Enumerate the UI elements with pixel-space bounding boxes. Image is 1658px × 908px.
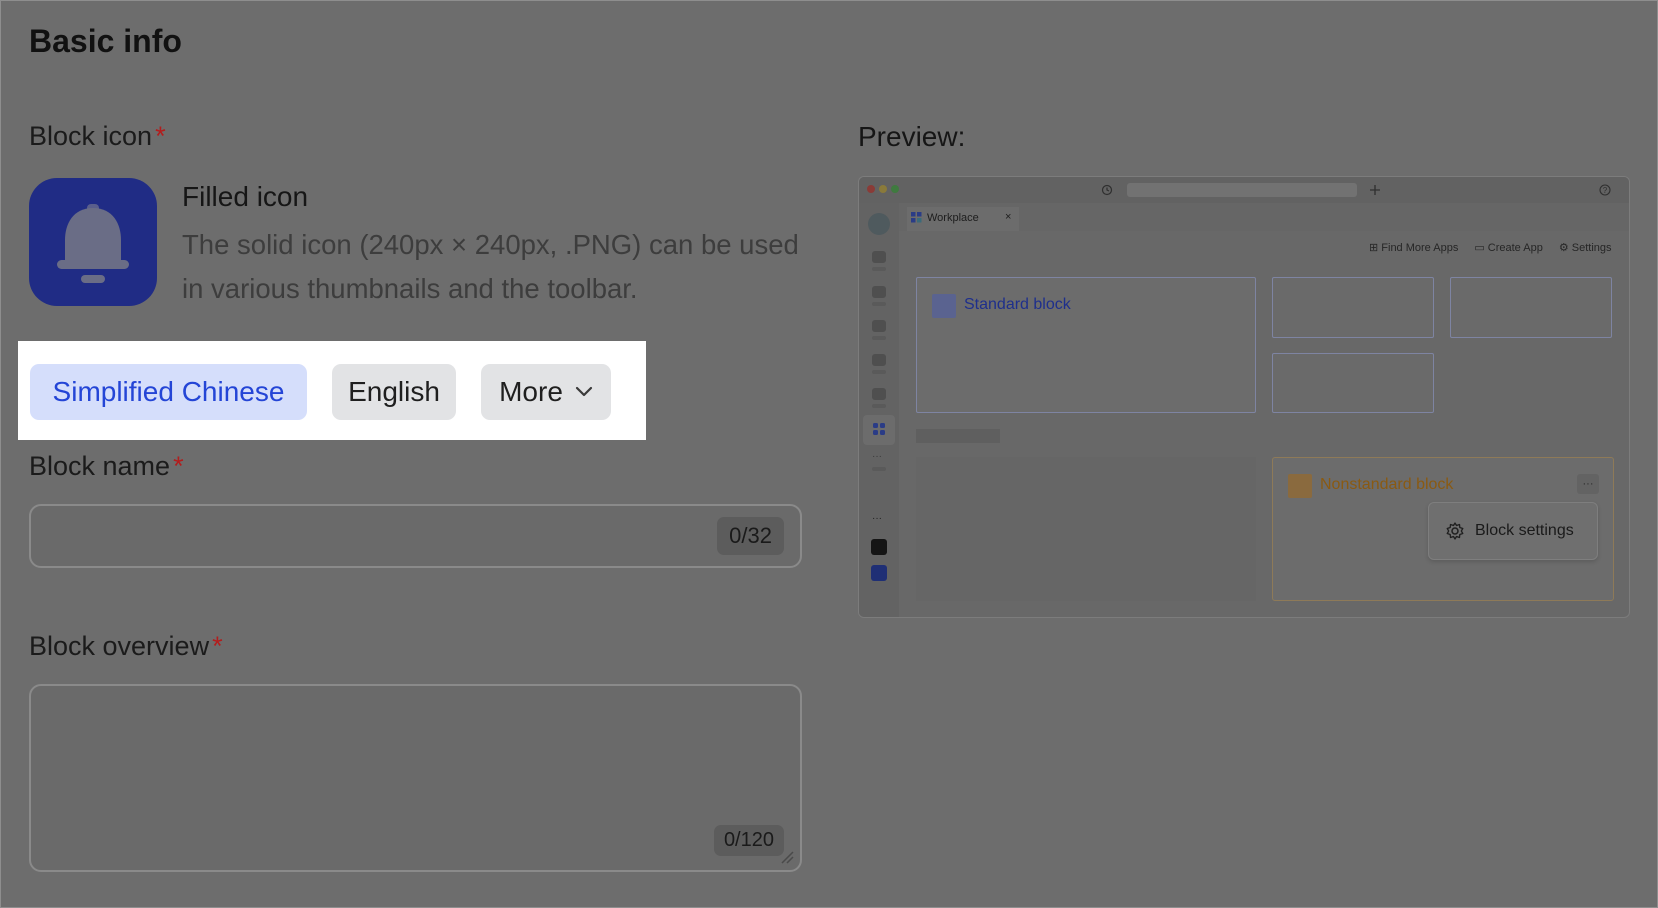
block-overview-textarea[interactable]: 0/120	[29, 684, 802, 872]
lang-tab-simplified-chinese[interactable]: Simplified Chinese	[30, 364, 307, 420]
avatar	[868, 213, 890, 235]
window-minimize-dot	[879, 185, 887, 193]
resize-handle-icon[interactable]	[780, 850, 794, 864]
bell-icon	[57, 204, 129, 283]
placeholder-block	[1272, 353, 1434, 413]
required-mark: *	[155, 121, 166, 151]
required-mark: *	[173, 451, 184, 481]
sidebar-label-bar	[872, 336, 886, 340]
block-icon-label-text: Block icon	[29, 121, 153, 151]
lang-more-dropdown[interactable]: More	[481, 364, 611, 420]
nonstandard-block-icon	[1288, 474, 1312, 498]
find-apps-icon: ⊞	[1369, 242, 1382, 254]
svg-text:?: ?	[1603, 186, 1608, 195]
block-overview-counter: 0/120	[713, 825, 784, 856]
section-placeholder-bar	[916, 429, 1000, 443]
placeholder-block	[1450, 277, 1612, 338]
nonstandard-block-label: Nonstandard block	[1320, 476, 1454, 493]
tiktok-icon	[871, 539, 887, 555]
block-name-label: Block name *	[29, 451, 184, 482]
create-app-action: ▭ Create App	[1474, 241, 1543, 254]
more-apps-icon: ···	[872, 513, 882, 524]
tab-close-icon: ×	[1005, 211, 1012, 223]
lang-tab-english[interactable]: English	[332, 364, 456, 420]
sidebar-label-bar	[872, 467, 886, 471]
sidebar-label-bar	[872, 404, 886, 408]
more-icon: ···	[872, 451, 882, 462]
block-name-input[interactable]: 0/32	[29, 504, 802, 568]
block-settings-popup: Block settings	[1428, 502, 1598, 560]
settings-gear-icon: ⚙	[1558, 242, 1572, 254]
filled-icon-title: Filled icon	[182, 181, 309, 212]
sidebar-item-workplace	[863, 415, 895, 445]
preview-titlebar: ?	[859, 177, 1629, 203]
page-frame: Basic info Block icon * Filled icon The s…	[0, 0, 1658, 908]
standard-block-label: Standard block	[964, 296, 1071, 313]
block-icon-preview[interactable]	[29, 178, 157, 306]
block-settings-label: Block settings	[1475, 522, 1574, 539]
placeholder-block	[1272, 277, 1434, 338]
tab-workplace-label: Workplace	[927, 212, 979, 224]
mail-icon	[872, 354, 886, 366]
filled-icon-description: The solid icon (240px × 240px, .PNG) can…	[182, 229, 799, 304]
empty-block-area	[916, 457, 1256, 601]
history-icon	[1101, 184, 1113, 196]
nonstandard-block: Nonstandard block ··· Block settings	[1272, 457, 1614, 601]
window-close-dot	[867, 185, 875, 193]
block-overview-label: Block overview *	[29, 631, 223, 662]
block-name-counter: 0/32	[717, 517, 784, 555]
block-overview-label-text: Block overview	[29, 631, 210, 661]
help-icon: ?	[1599, 184, 1611, 196]
lang-more-label: More	[499, 376, 563, 407]
create-app-icon: ▭	[1474, 242, 1488, 254]
block-more-button: ···	[1577, 474, 1599, 494]
find-more-apps-label: Find More Apps	[1381, 242, 1459, 254]
window-zoom-dot	[891, 185, 899, 193]
video-icon	[872, 388, 886, 400]
plus-icon	[1370, 185, 1380, 195]
sidebar-label-bar	[872, 302, 886, 306]
gear-icon	[1446, 522, 1464, 540]
sidebar-label-bar	[872, 370, 886, 374]
preview-address-bar	[1127, 183, 1357, 197]
chevron-down-icon	[575, 386, 592, 397]
create-app-label: Create App	[1487, 242, 1543, 254]
settings-action: ⚙ Settings	[1559, 241, 1612, 254]
standard-block-icon	[932, 294, 956, 318]
block-name-label-text: Block name	[29, 451, 171, 481]
tab-workplace: Workplace ×	[907, 207, 1019, 231]
preview-window: ? ··· ··· Workplace × ⊞ Find More Apps ▭…	[858, 176, 1630, 618]
block-icon-label: Block icon *	[29, 121, 166, 152]
settings-label: Settings	[1571, 242, 1612, 254]
analytics-app-icon	[871, 565, 887, 581]
calendar-icon	[872, 286, 886, 298]
preview-label: Preview:	[858, 121, 966, 152]
preview-tabbar: Workplace ×	[899, 203, 1629, 231]
docs-icon	[872, 320, 886, 332]
chat-icon	[872, 251, 886, 263]
required-mark: *	[212, 631, 223, 661]
standard-block: Standard block	[916, 277, 1256, 413]
page-title: Basic info	[29, 23, 182, 59]
find-more-apps-action: ⊞ Find More Apps	[1369, 241, 1458, 254]
preview-sidebar: ··· ···	[859, 203, 899, 617]
apps-grid-icon	[873, 423, 885, 435]
language-selector: Simplified Chinese English More	[18, 341, 646, 440]
workplace-icon	[911, 212, 922, 223]
preview-actions: ⊞ Find More Apps ▭ Create App ⚙ Settings	[1369, 241, 1612, 254]
sidebar-label-bar	[872, 267, 886, 271]
